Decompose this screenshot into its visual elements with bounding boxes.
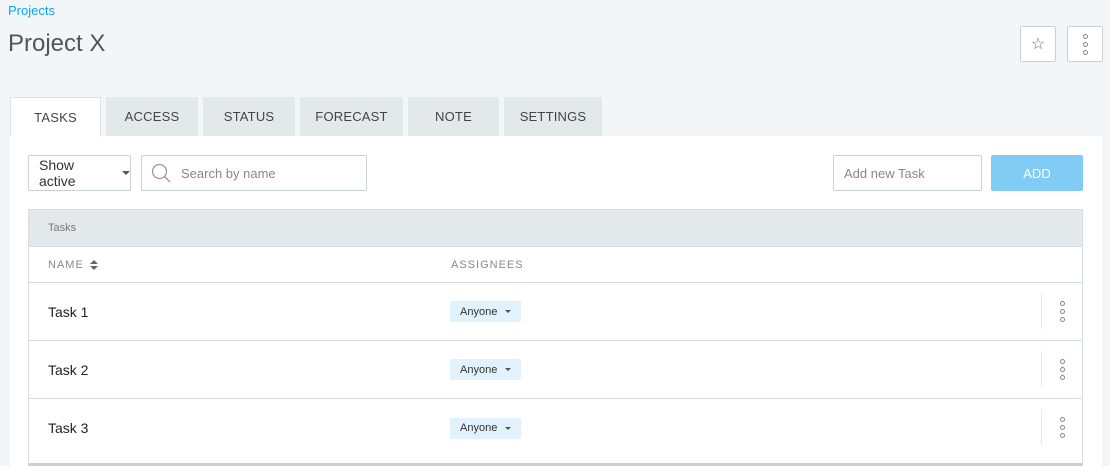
tab-forecast[interactable]: FORECAST bbox=[300, 97, 403, 136]
column-header-assignees: ASSIGNEES bbox=[451, 258, 524, 271]
table-row: Task 3 Anyone bbox=[29, 399, 1082, 457]
table-header: NAME ASSIGNEES bbox=[29, 247, 1082, 283]
star-icon: ☆ bbox=[1030, 36, 1046, 53]
tab-status[interactable]: STATUS bbox=[203, 97, 295, 136]
favorite-button[interactable]: ☆ bbox=[1020, 26, 1056, 62]
chevron-down-icon bbox=[505, 368, 512, 371]
column-header-name[interactable]: NAME bbox=[48, 259, 98, 271]
vertical-dots-icon bbox=[1060, 358, 1065, 380]
status-filter-value: Show active bbox=[39, 157, 76, 189]
breadcrumb-projects[interactable]: Projects bbox=[8, 3, 55, 18]
chevron-down-icon bbox=[122, 171, 130, 175]
assignee-value: Anyone bbox=[460, 422, 498, 434]
chevron-down-icon bbox=[505, 426, 512, 430]
search-icon bbox=[151, 163, 171, 183]
add-task-button[interactable]: ADD bbox=[991, 155, 1083, 191]
row-menu-button[interactable] bbox=[1041, 293, 1083, 329]
new-task-field[interactable] bbox=[833, 155, 982, 191]
tasks-panel: Show active ADD Tasks NAME bbox=[10, 136, 1102, 466]
assignee-value: Anyone bbox=[460, 305, 498, 318]
search-field[interactable] bbox=[141, 155, 367, 191]
task-name[interactable]: Task 1 bbox=[48, 304, 88, 320]
assignee-value: Anyone bbox=[460, 363, 498, 376]
column-name-label: NAME bbox=[48, 258, 84, 271]
vertical-dots-icon bbox=[1082, 33, 1088, 55]
assignee-dropdown[interactable]: Anyone bbox=[450, 417, 522, 439]
new-task-input[interactable] bbox=[844, 165, 981, 181]
page-title: Project X bbox=[8, 30, 106, 57]
task-name[interactable]: Task 2 bbox=[48, 362, 88, 378]
row-menu-button[interactable] bbox=[1041, 409, 1083, 445]
row-menu-button[interactable] bbox=[1041, 351, 1083, 387]
chevron-down-icon bbox=[505, 310, 512, 313]
tab-note[interactable]: NOTE bbox=[408, 97, 499, 136]
sort-icon bbox=[89, 259, 98, 270]
tab-tasks[interactable]: TASKS bbox=[10, 97, 101, 136]
status-filter-select[interactable]: Show active bbox=[28, 155, 131, 191]
tab-access[interactable]: ACCESS bbox=[106, 97, 198, 136]
tab-settings[interactable]: SETTINGS bbox=[504, 97, 602, 136]
table-row: Task 1 Anyone bbox=[29, 283, 1082, 341]
task-name[interactable]: Task 3 bbox=[48, 420, 88, 436]
assignee-dropdown[interactable]: Anyone bbox=[450, 301, 522, 322]
assignee-dropdown[interactable]: Anyone bbox=[450, 359, 522, 380]
tasks-table: Tasks NAME ASSIGNEES Task 1 Anyone Task … bbox=[28, 209, 1083, 466]
search-input[interactable] bbox=[181, 165, 366, 181]
vertical-dots-icon bbox=[1060, 416, 1065, 438]
project-menu-button[interactable] bbox=[1067, 26, 1103, 62]
tab-bar: TASKS ACCESS STATUS FORECAST NOTE SETTIN… bbox=[10, 97, 602, 136]
table-row: Task 2 Anyone bbox=[29, 341, 1082, 399]
table-title: Tasks bbox=[29, 210, 1082, 247]
vertical-dots-icon bbox=[1060, 300, 1065, 322]
